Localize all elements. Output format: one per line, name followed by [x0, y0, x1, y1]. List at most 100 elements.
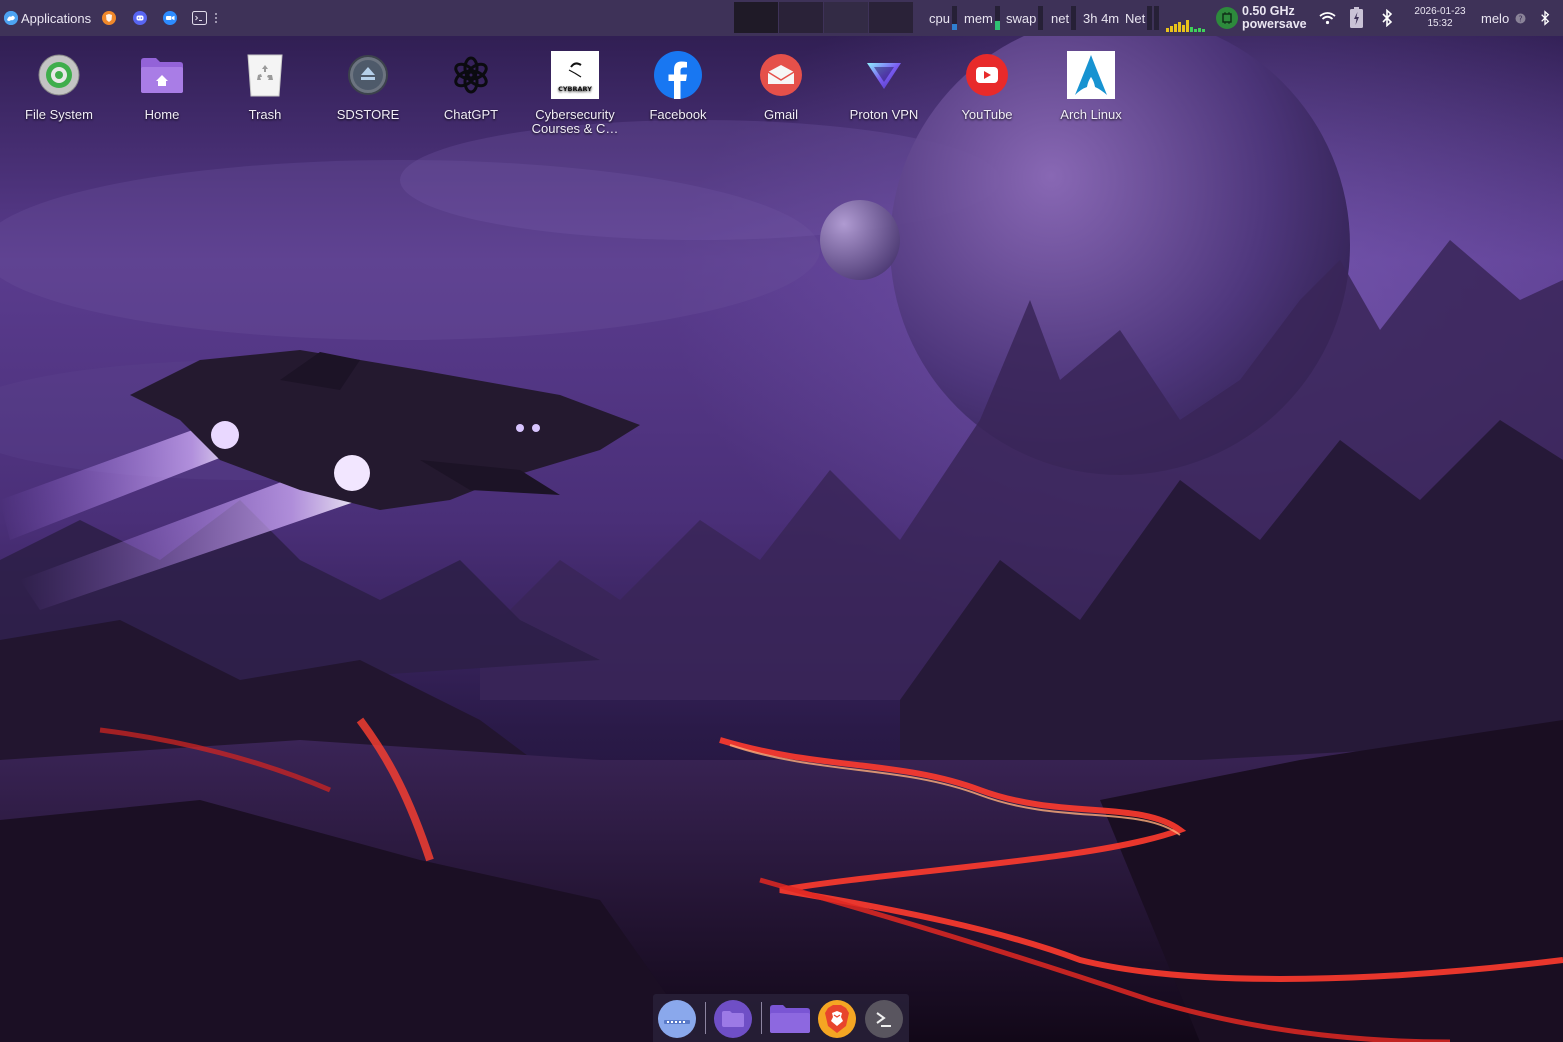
swap-monitor[interactable]: swap — [1006, 0, 1044, 36]
net-monitor[interactable]: net — [1051, 0, 1077, 36]
dock-files[interactable] — [714, 1000, 752, 1038]
user-menu[interactable]: melo ? — [1481, 0, 1526, 36]
desktop-icon-label: Trash — [248, 107, 282, 122]
cpu-frequency-monitor[interactable]: 0.50 GHz powersave — [1216, 3, 1307, 33]
applications-label: Applications — [21, 10, 92, 26]
clock-time: 15:32 — [1427, 18, 1453, 29]
cpu-governor: powersave — [1242, 17, 1307, 31]
mem-graph — [994, 6, 1000, 30]
filesystem-icon — [34, 50, 84, 100]
mem-label: mem — [964, 10, 993, 26]
cpu-monitor[interactable]: cpu — [929, 0, 957, 36]
brave-icon — [823, 1004, 851, 1034]
folder-icon — [769, 1004, 811, 1034]
dock-folder[interactable] — [768, 1000, 812, 1038]
workspace-4[interactable] — [869, 2, 913, 33]
launcher-terminal[interactable] — [192, 0, 207, 36]
clock-date: 2026-01-23 — [1414, 6, 1466, 17]
wifi-tray[interactable] — [1319, 0, 1336, 36]
bluetooth-status[interactable] — [1540, 0, 1550, 36]
drive-eject-icon — [343, 50, 393, 100]
swap-graph — [1038, 6, 1044, 30]
show-desktop-icon — [662, 1012, 692, 1026]
desktop-icon-home[interactable]: Home — [112, 50, 212, 122]
desktop-icon-label: SDSTORE — [336, 107, 400, 122]
desktop-icon-label: Arch Linux — [1060, 107, 1122, 122]
desktop-wallpaper — [0, 0, 1563, 1042]
dock-show-desktop[interactable] — [658, 1000, 696, 1038]
discord-icon — [133, 11, 147, 25]
mem-monitor[interactable]: mem — [964, 0, 1000, 36]
desktop-icon-label: Home — [144, 107, 180, 122]
desktop-icon-cybrary[interactable]: CYBRARY Cybersecurity Courses & C… — [525, 50, 625, 136]
protonvpn-icon — [859, 50, 909, 100]
dock-separator — [761, 1002, 762, 1034]
chatgpt-icon — [446, 50, 496, 100]
zoom-icon — [163, 11, 177, 25]
workspace-3[interactable] — [824, 2, 868, 33]
applications-menu-icon — [4, 11, 18, 25]
dock-brave[interactable] — [818, 1000, 856, 1038]
desktop-icon-youtube[interactable]: YouTube — [937, 50, 1037, 122]
bluetooth-status-icon — [1540, 10, 1550, 26]
desktop-icon-file-system[interactable]: File System — [9, 50, 109, 122]
desktop-icon-label: File System — [25, 107, 93, 122]
launcher-discord[interactable] — [133, 0, 147, 36]
desktop-icon-facebook[interactable]: Facebook — [628, 50, 728, 122]
bluetooth-icon — [1381, 9, 1393, 27]
cybrary-icon: CYBRARY — [550, 50, 600, 100]
desktop-icon-sdstore[interactable]: SDSTORE — [318, 50, 418, 122]
network-graph-in — [1147, 6, 1153, 30]
facebook-icon — [653, 50, 703, 100]
uptime-text: 3h 4m — [1083, 10, 1120, 26]
files-icon — [721, 1010, 745, 1028]
network-label: Net — [1125, 10, 1146, 26]
desktop-icon-chatgpt[interactable]: ChatGPT — [421, 50, 521, 122]
swap-label: swap — [1006, 10, 1037, 26]
overflow-icon — [214, 12, 218, 24]
wifi-icon — [1319, 11, 1336, 25]
network-graph-out — [1154, 6, 1160, 30]
bluetooth-tray[interactable] — [1381, 0, 1393, 36]
terminal-icon — [192, 11, 207, 25]
dock — [653, 994, 909, 1042]
gmail-icon — [756, 50, 806, 100]
user-name: melo — [1481, 10, 1510, 26]
svg-text:?: ? — [1519, 14, 1523, 23]
launcher-overflow[interactable] — [214, 0, 218, 36]
arch-linux-icon — [1066, 50, 1116, 100]
desktop-icon-label: YouTube — [961, 107, 1013, 122]
launcher-zoom[interactable] — [163, 0, 177, 36]
workspace-switcher — [734, 2, 913, 33]
workspace-1[interactable] — [734, 2, 778, 33]
battery-icon — [1349, 7, 1364, 29]
desktop-icon-arch-linux[interactable]: Arch Linux — [1041, 50, 1141, 122]
clock[interactable]: 2026-01-23 15:32 — [1408, 4, 1472, 32]
top-panel: Applications cpu mem swap net 3h 4m Net … — [0, 0, 1563, 36]
cybrary-logo-text: CYBRARY — [558, 85, 592, 93]
trash-icon — [240, 50, 290, 100]
desktop-icon-label: Proton VPN — [849, 107, 919, 122]
desktop-icon-proton-vpn[interactable]: Proton VPN — [834, 50, 934, 122]
desktop-icon-label: Gmail — [764, 107, 798, 122]
desktop-icon-label: Facebook — [649, 107, 707, 122]
terminal-icon — [873, 1009, 895, 1029]
desktop-icon-label: Cybersecurity Courses & C… — [531, 107, 619, 136]
dock-terminal[interactable] — [865, 1000, 903, 1038]
workspace-2[interactable] — [779, 2, 823, 33]
desktop-icon-label: ChatGPT — [443, 107, 499, 122]
network-load-graph — [1166, 17, 1205, 32]
uptime-display: 3h 4m — [1083, 0, 1119, 36]
desktop-icon-gmail[interactable]: Gmail — [731, 50, 831, 122]
network-monitor[interactable]: Net — [1125, 0, 1160, 36]
desktop-icon-trash[interactable]: Trash — [215, 50, 315, 122]
net-graph — [1071, 6, 1077, 30]
cpu-chip-icon — [1216, 7, 1238, 29]
youtube-icon — [962, 50, 1012, 100]
applications-menu-button[interactable]: Applications — [4, 0, 91, 36]
user-status-icon: ? — [1515, 13, 1526, 24]
cpu-label: cpu — [929, 10, 950, 26]
home-folder-icon — [137, 50, 187, 100]
launcher-brave[interactable] — [102, 0, 116, 36]
battery-tray[interactable] — [1349, 0, 1364, 36]
